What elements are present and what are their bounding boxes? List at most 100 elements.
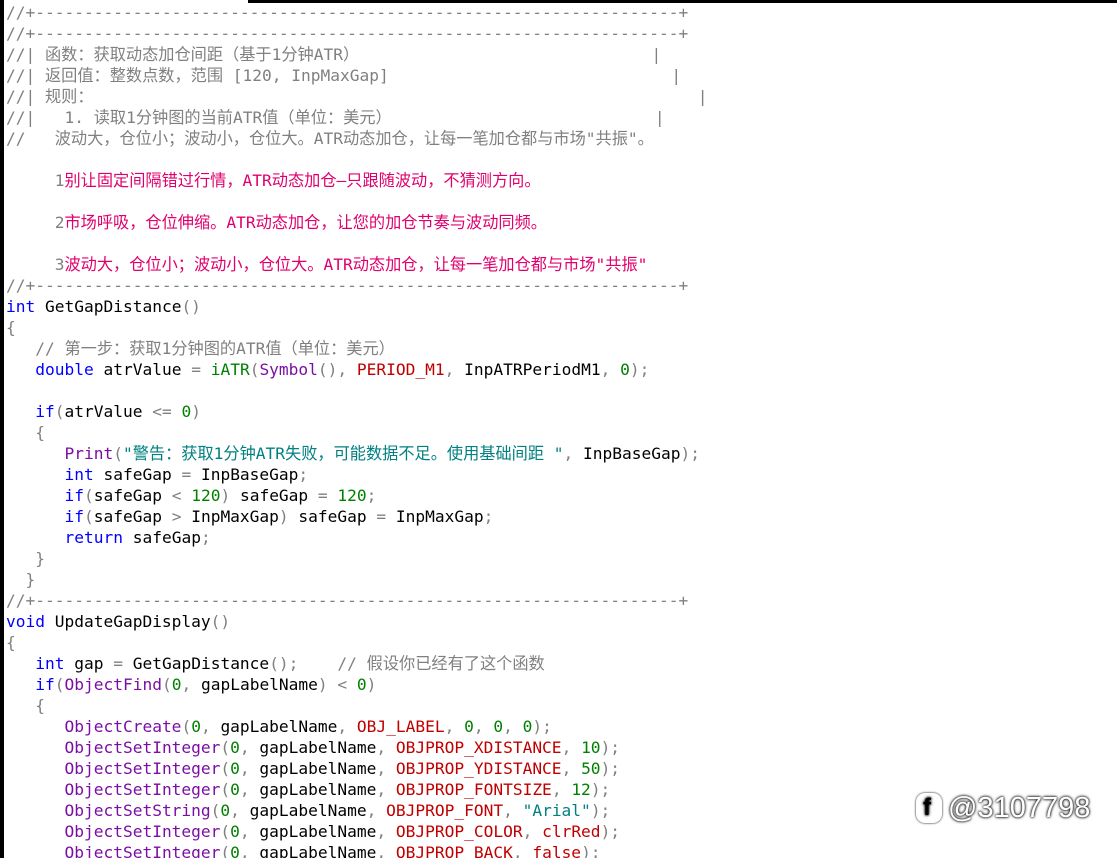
code-token-punctuation: ( — [161, 675, 172, 694]
code-token-identifier: atrValue — [64, 402, 153, 421]
code-token-number: 10 — [581, 738, 601, 757]
code-token-punctuation: ( — [83, 507, 94, 526]
code-token-punctuation: , — [376, 843, 396, 858]
code-line: //| 返回值：整数点数，范围 [120, InpMaxGap] | — [6, 65, 681, 86]
code-line: if(ObjectFind(0, gapLabelName) < 0) — [6, 674, 376, 695]
code-token-identifier — [6, 423, 35, 442]
code-token-identifier — [6, 465, 64, 484]
code-line: Print("警告：获取1分钟ATR失败，可能数据不足。使用基础间距 ", In… — [6, 443, 700, 464]
code-token-punctuation: , — [376, 759, 396, 778]
code-token-punctuation: , — [522, 822, 543, 841]
code-token-function-name: ObjectSetInteger — [64, 843, 221, 858]
code-token-punctuation: ( — [220, 780, 231, 799]
code-token-identifier — [6, 780, 64, 799]
code-token-number: 0 — [230, 780, 240, 799]
code-token-punctuation: ); — [590, 780, 611, 799]
code-token-number: 120 — [337, 486, 367, 505]
code-line: ObjectSetInteger(0, gapLabelName, OBJPRO… — [6, 737, 620, 758]
code-line: //+-------------------------------------… — [6, 590, 688, 611]
code-token-identifier: InpMaxGap — [395, 507, 484, 526]
code-token-number: 0 — [356, 675, 367, 694]
code-token-punctuation: , — [512, 843, 533, 858]
code-token-comment: //| 规则： | — [6, 87, 708, 106]
code-token-identifier — [6, 549, 35, 568]
code-token-identifier: gapLabelName — [259, 759, 377, 778]
code-token-function-name: ObjectSetInteger — [64, 759, 221, 778]
code-token-number: 0 — [230, 738, 240, 757]
code-token-keyword: if — [64, 486, 84, 505]
code-token-identifier — [6, 696, 35, 715]
code-token-identifier: safeGap — [239, 486, 318, 505]
code-token-punctuation: (), — [317, 360, 357, 379]
code-token-punctuation: ) < — [317, 675, 357, 694]
watermark: f @3107798 — [916, 790, 1090, 826]
code-token-function-name: ObjectCreate — [64, 717, 182, 736]
code-token-punctuation: ) — [220, 486, 240, 505]
code-token-comment: // 第一步：获取1分钟图的ATR值（单位：美元） — [35, 339, 395, 358]
code-token-identifier: InpATRPeriodM1 — [464, 360, 601, 379]
code-line: if(safeGap < 120) safeGap = 120; — [6, 485, 376, 506]
code-token-punctuation: <= — [152, 402, 182, 421]
code-token-punctuation: ); — [680, 444, 700, 463]
code-token-punctuation: ( — [220, 822, 231, 841]
code-token-punctuation: ( — [249, 360, 260, 379]
code-token-punctuation: ( — [54, 402, 65, 421]
code-token-identifier: GetGapDistance — [132, 654, 270, 673]
code-token-string-literal: "警告：获取1分钟ATR失败，可能数据不足。使用基础间距 " — [122, 444, 564, 463]
f-icon: f — [916, 793, 942, 823]
code-token-number: 0 — [220, 801, 231, 820]
code-token-function-name: Symbol — [259, 360, 318, 379]
code-token-punctuation: , — [600, 360, 621, 379]
code-token-identifier: safeGap — [93, 507, 172, 526]
code-line: //+-------------------------------------… — [6, 23, 688, 44]
code-token-marketing-text: 市场呼吸，仓位伸缩。ATR动态加仓，让您的加仓节奏与波动同频。 — [64, 213, 547, 232]
code-token-punctuation: , — [444, 717, 465, 736]
code-line: ObjectSetInteger(0, gapLabelName, OBJPRO… — [6, 779, 610, 800]
code-token-identifier — [6, 360, 35, 379]
code-token-punctuation: ) — [366, 675, 377, 694]
code-token-comment: 3 — [6, 255, 65, 274]
code-editor[interactable]: //+-------------------------------------… — [4, 3, 1117, 858]
code-token-punctuation: ( — [83, 486, 94, 505]
code-token-identifier: gapLabelName — [259, 822, 377, 841]
code-token-identifier — [6, 843, 64, 858]
code-token-identifier — [6, 507, 64, 526]
code-token-identifier: InpBaseGap — [200, 465, 299, 484]
code-token-keyword: if — [64, 507, 84, 526]
code-line: ObjectSetInteger(0, gapLabelName, OBJPRO… — [6, 758, 620, 779]
code-token-string-literal: "Arial" — [522, 801, 591, 820]
code-token-punctuation: , — [239, 738, 260, 757]
code-token-number: 50 — [581, 759, 601, 778]
code-token-identifier: gapLabelName — [259, 780, 377, 799]
code-token-identifier — [6, 822, 64, 841]
code-token-punctuation: ); — [581, 843, 601, 858]
code-token-keyword: double — [35, 360, 94, 379]
code-token-punctuation: , — [551, 780, 572, 799]
code-token-constant: OBJPROP_BACK — [395, 843, 513, 858]
code-token-identifier: InpMaxGap — [191, 507, 279, 526]
code-token-identifier — [6, 801, 64, 820]
code-token-constant: OBJPROP_XDISTANCE — [395, 738, 562, 757]
code-token-punctuation: , — [376, 738, 396, 757]
code-token-identifier — [6, 402, 35, 421]
code-line: //| 函数：获取动态加仓间距（基于1分钟ATR） | — [6, 44, 661, 65]
code-line: int GetGapDistance() — [6, 296, 201, 317]
code-token-function-name: ObjectFind — [64, 675, 162, 694]
code-line: } — [6, 548, 45, 569]
code-token-comment: //+-------------------------------------… — [6, 276, 689, 295]
code-line: if(atrValue <= 0) — [6, 401, 201, 422]
code-token-constant: clrRed — [542, 822, 601, 841]
code-line: // 第一步：获取1分钟图的ATR值（单位：美元） — [6, 338, 395, 359]
code-token-punctuation: ( — [210, 801, 221, 820]
code-line: 2市场呼吸，仓位伸缩。ATR动态加仓，让您的加仓节奏与波动同频。 — [6, 212, 547, 233]
code-token-comment: //+-------------------------------------… — [6, 591, 689, 610]
code-token-comment: //| 返回值：整数点数，范围 [120, InpMaxGap] | — [6, 66, 682, 85]
code-token-punctuation: ; — [366, 486, 377, 505]
code-token-number: 12 — [571, 780, 591, 799]
code-token-identifier: gapLabelName — [200, 675, 318, 694]
code-token-punctuation: ( — [113, 444, 123, 463]
code-token-punctuation: , — [200, 717, 221, 736]
code-token-punctuation: , — [376, 780, 396, 799]
code-token-punctuation: ); — [590, 801, 611, 820]
code-line: ObjectSetString(0, gapLabelName, OBJPROP… — [6, 800, 610, 821]
